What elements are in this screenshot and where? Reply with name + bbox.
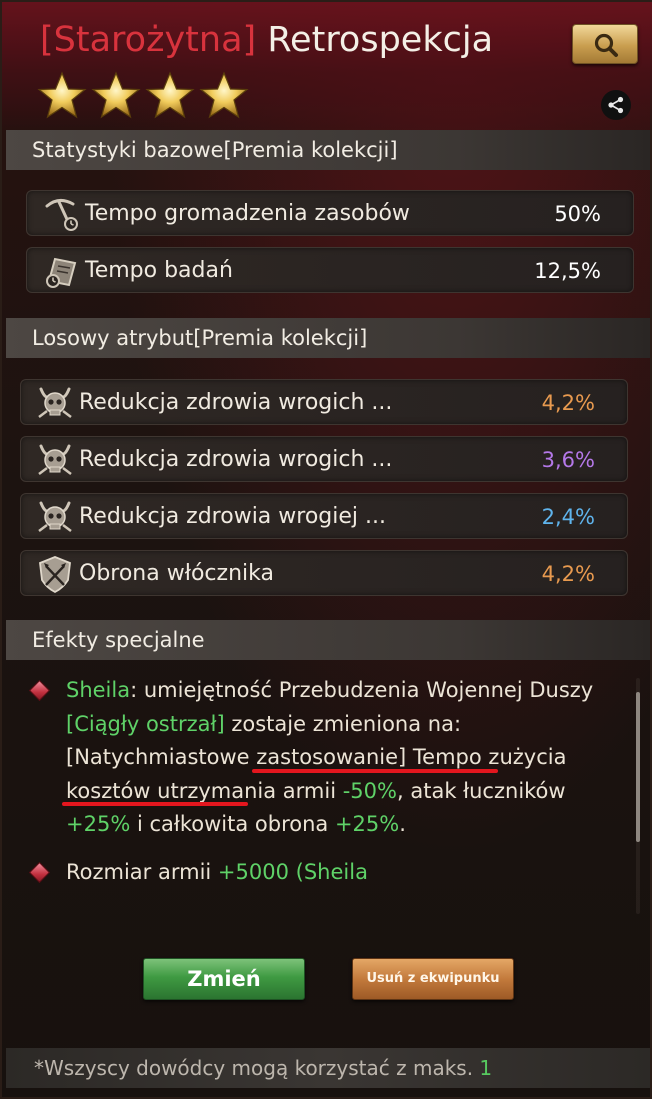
star-icon xyxy=(91,71,141,119)
item-title: [Starożytna] Retrospekcja xyxy=(40,20,493,60)
stat-value: 12,5% xyxy=(534,259,601,283)
star-icon xyxy=(199,71,249,119)
horned-skull-icon xyxy=(38,387,72,418)
effect-text: Rozmiar armii xyxy=(66,859,218,884)
stat-label: Tempo badań xyxy=(85,258,233,283)
star-rating xyxy=(36,70,250,122)
effect-value: +5000 xyxy=(217,859,289,884)
item-name: Retrospekcja xyxy=(267,20,494,60)
attribute-value: 3,6% xyxy=(541,448,595,472)
section-base-stats: Statystyki bazowe[Premia kolekcji] xyxy=(6,130,650,170)
star-icon xyxy=(145,71,195,119)
attribute-row: Redukcja zdrowia wrogich ... 4,2% xyxy=(20,379,628,425)
attribute-label: Redukcja zdrowia wrogiej ... xyxy=(79,504,386,529)
attribute-label: Redukcja zdrowia wrogich ... xyxy=(79,390,393,415)
diamond-bullet-icon xyxy=(28,861,51,883)
annotation-underline xyxy=(62,802,248,806)
item-rarity: [Starożytna] xyxy=(40,20,257,60)
attribute-label: Redukcja zdrowia wrogich ... xyxy=(79,447,393,472)
section-random-attributes: Losowy atrybut[Premia kolekcji] xyxy=(6,318,650,358)
effects-scrollbar[interactable] xyxy=(636,678,640,914)
magnifier-icon xyxy=(594,33,618,57)
hero-name: Sheila xyxy=(66,678,131,702)
special-effect-item: Sheila: umiejętność Przebudzenia Wojenne… xyxy=(24,674,624,842)
attribute-row: Obrona włócznika 4,2% xyxy=(20,550,628,596)
skill-name: [Ciągły ostrzał] xyxy=(66,711,225,736)
change-button[interactable]: Zmień xyxy=(143,958,305,1000)
search-button[interactable] xyxy=(572,24,638,64)
effect-text: . xyxy=(399,812,406,836)
effect-value: -50% xyxy=(342,778,397,803)
attribute-value: 4,2% xyxy=(541,391,595,415)
research-scroll-icon xyxy=(46,257,77,288)
unequip-button[interactable]: Usuń z ekwipunku xyxy=(352,958,514,1000)
effect-value: +25% xyxy=(66,812,131,836)
diamond-bullet-icon xyxy=(28,679,51,702)
spear-shield-icon xyxy=(39,556,71,594)
stat-value: 50% xyxy=(554,202,601,226)
effect-value: +25% xyxy=(334,812,400,836)
effect-text: (Sheila xyxy=(288,859,368,884)
pickaxe-clock-icon xyxy=(45,199,78,231)
stat-label: Tempo gromadzenia zasobów xyxy=(85,201,410,226)
stat-row: Tempo badań 12,5% xyxy=(26,247,634,293)
star-icon xyxy=(37,71,87,119)
share-icon xyxy=(608,96,624,114)
special-effect-item: Rozmiar armii +5000 (Sheila xyxy=(24,856,624,890)
header: [Starożytna] Retrospekcja xyxy=(2,2,652,130)
footer-note: *Wszyscy dowódcy mogą korzystać z maks. … xyxy=(6,1048,650,1088)
section-special-effects: Efekty specjalne xyxy=(6,620,650,660)
effect-text: zostaje xyxy=(224,711,313,736)
scrollbar-thumb[interactable] xyxy=(636,692,640,842)
attribute-label: Obrona włócznika xyxy=(79,561,274,586)
effect-text: , atak łuczników xyxy=(397,778,566,803)
attribute-value: 2,4% xyxy=(541,505,595,529)
equipment-detail-panel: [Starożytna] Retrospekcja Statystyki baz… xyxy=(0,0,652,1099)
annotation-underline xyxy=(252,769,498,773)
footer-count: 1 xyxy=(479,1056,493,1080)
effect-text: i całkowita obrona xyxy=(130,812,335,836)
stat-row: Tempo gromadzenia zasobów 50% xyxy=(26,190,634,236)
share-button[interactable] xyxy=(601,90,631,120)
attribute-row: Redukcja zdrowia wrogich ... 3,6% xyxy=(20,436,628,482)
horned-skull-icon xyxy=(38,444,72,475)
attribute-value: 4,2% xyxy=(541,562,595,586)
special-effects-list[interactable]: Sheila: umiejętność Przebudzenia Wojenne… xyxy=(24,674,624,914)
effect-text: : umiejętność Przebudzenia Wojennej Dusz… xyxy=(130,678,594,702)
horned-skull-icon xyxy=(38,501,72,532)
attribute-row: Redukcja zdrowia wrogiej ... 2,4% xyxy=(20,493,628,539)
footer-text: *Wszyscy dowódcy mogą korzystać z maks. xyxy=(34,1056,480,1080)
